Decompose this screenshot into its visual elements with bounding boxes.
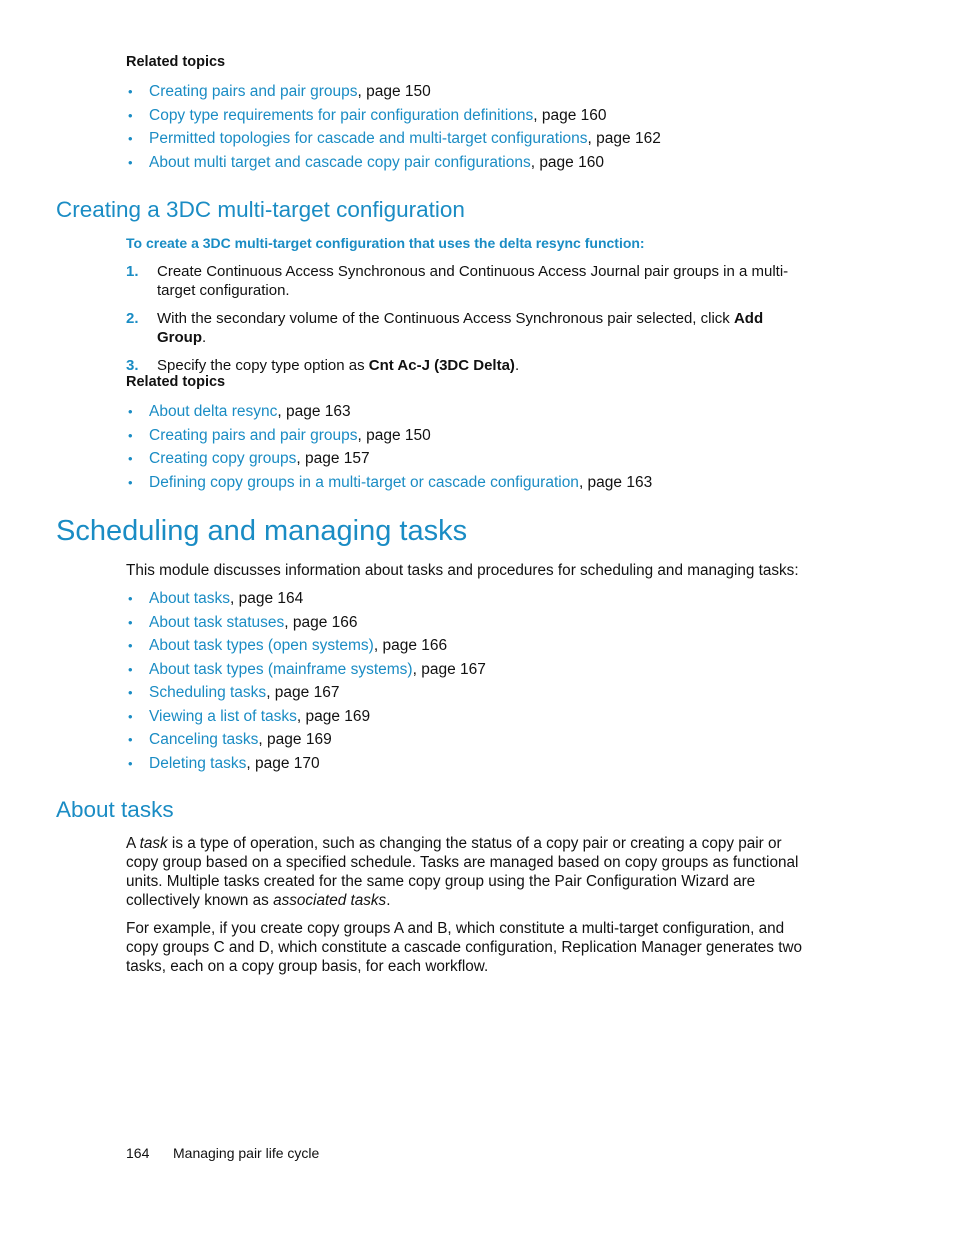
list-item: • Copy type requirements for pair configu… — [126, 104, 661, 128]
list-item: • About task types (mainframe systems), p… — [126, 658, 486, 682]
bullet-icon: • — [128, 451, 133, 466]
page-ref: , page 150 — [357, 426, 431, 444]
bullet-icon: • — [128, 474, 133, 490]
text-run: A — [126, 835, 140, 852]
list-item: • Creating copy groups, page 157 — [126, 447, 652, 471]
bullet-icon: • — [128, 427, 133, 443]
page-ref: , page 166 — [284, 613, 358, 631]
list-item: • Deleting tasks, page 170 — [126, 752, 486, 776]
topic-link[interactable]: Defining copy groups in a multi-target o… — [149, 474, 579, 491]
page-ref: , page 162 — [587, 130, 661, 147]
page-ref: , page 163 — [277, 403, 351, 420]
page-ref: , page 157 — [296, 450, 370, 467]
term-task: task — [139, 835, 168, 852]
topic-link[interactable]: About tasks — [149, 590, 230, 607]
list-item: • Canceling tasks, page 169 — [126, 728, 486, 752]
topic-link[interactable]: Creating pairs and pair groups — [149, 427, 358, 444]
topic-link[interactable]: About task types (mainframe systems) — [149, 661, 413, 678]
page-ref: , page 160 — [533, 106, 607, 124]
related-topics-heading: Related topics — [126, 54, 226, 70]
page-ref: , page 160 — [530, 153, 604, 171]
list-item: • About task statuses, page 166 — [126, 611, 486, 635]
text-run: is a type of operation, such as changing… — [126, 835, 799, 909]
step-item: 2. With the secondary volume of the Conti… — [126, 309, 816, 347]
section-heading-about-tasks: About tasks — [56, 797, 174, 822]
procedure-steps: 1. Create Continuous Access Synchronous a… — [126, 262, 816, 375]
list-item: • About multi target and cascade copy pai… — [126, 151, 661, 175]
bullet-icon: • — [128, 638, 133, 653]
bullet-icon: • — [128, 107, 133, 123]
step-item: 3. Specify the copy type option as Cnt Ac… — [126, 356, 816, 375]
list-item: • About tasks, page 164 — [126, 587, 486, 611]
bullet-icon: • — [128, 131, 133, 146]
topic-link[interactable]: Creating copy groups — [149, 450, 296, 467]
topic-link[interactable]: About delta resync — [149, 403, 277, 420]
page-number: 164 — [126, 1145, 150, 1161]
page-ref: , page 169 — [296, 707, 371, 725]
page-ref: , page 163 — [578, 473, 653, 491]
list-item: • Scheduling tasks, page 167 — [126, 681, 486, 705]
topic-link[interactable]: Canceling tasks — [149, 731, 258, 748]
about-tasks-paragraph-1: A task is a type of operation, such as c… — [126, 834, 816, 910]
topic-link[interactable]: Permitted topologies for cascade and mul… — [149, 130, 588, 147]
list-item: • About task types (open systems), page 1… — [126, 634, 486, 658]
related-topics-heading: Related topics — [126, 374, 226, 390]
bullet-icon: • — [128, 591, 133, 606]
step-text: Create Continuous Access Synchronous and… — [157, 263, 789, 299]
page-ref: , page 150 — [357, 83, 431, 100]
page-ref: , page 169 — [258, 731, 332, 748]
text-run: . — [386, 892, 391, 909]
intro-paragraph: This module discusses information about … — [126, 562, 799, 579]
section-heading-3dc: Creating a 3DC multi-target configuratio… — [56, 197, 465, 222]
bullet-icon: • — [128, 404, 133, 419]
step-number: 1. — [126, 263, 139, 280]
bullet-icon: • — [128, 84, 133, 99]
page-ref: , page 166 — [373, 637, 448, 654]
bullet-icon: • — [128, 661, 133, 677]
page-ref: , page 167 — [412, 660, 486, 678]
bullet-icon: • — [128, 708, 133, 724]
step-item: 1. Create Continuous Access Synchronous a… — [126, 262, 816, 300]
list-item: • Permitted topologies for cascade and mu… — [126, 127, 661, 151]
module-topics-list: • About tasks, page 164 • About task statu… — [126, 587, 486, 775]
bullet-icon: • — [128, 755, 133, 771]
page-ref: , page 164 — [230, 590, 304, 607]
related-topics-list: • Creating pairs and pair groups, page 15… — [126, 80, 661, 174]
footer-chapter-title: Managing pair life cycle — [173, 1145, 320, 1161]
bullet-icon: • — [128, 154, 133, 170]
list-item: • Viewing a list of tasks, page 169 — [126, 705, 486, 729]
bullet-icon: • — [128, 732, 133, 747]
step-text: With the secondary volume of the Continu… — [157, 310, 734, 327]
topic-link[interactable]: Creating pairs and pair groups — [149, 83, 358, 100]
bullet-icon: • — [128, 614, 133, 630]
topic-link[interactable]: About multi target and cascade copy pair… — [149, 154, 531, 171]
bullet-icon: • — [128, 685, 133, 700]
page-ref: , page 167 — [266, 684, 340, 701]
step-text-end: . — [202, 329, 207, 346]
topic-link[interactable]: Copy type requirements for pair configur… — [149, 107, 533, 124]
topic-link[interactable]: Deleting tasks — [149, 755, 246, 772]
list-item: • Creating pairs and pair groups, page 15… — [126, 80, 661, 104]
step-text: Specify the copy type option as — [157, 357, 369, 374]
list-item: • Creating pairs and pair groups, page 15… — [126, 424, 652, 448]
page-ref: , page 170 — [246, 754, 320, 772]
term-associated-tasks: associated tasks — [273, 892, 387, 909]
chapter-heading-scheduling: Scheduling and managing tasks — [56, 515, 468, 547]
related-topics-list: • About delta resync, page 163 • Creating … — [126, 400, 652, 494]
step-number: 3. — [126, 357, 139, 374]
topic-link[interactable]: About task types (open systems) — [149, 637, 374, 654]
topic-link[interactable]: Viewing a list of tasks — [149, 708, 297, 725]
procedure-title: To create a 3DC multi-target configurati… — [126, 235, 645, 251]
about-tasks-paragraph-2: For example, if you create copy groups A… — [126, 920, 802, 975]
list-item: • About delta resync, page 163 — [126, 400, 652, 424]
ui-label-copy-type: Cnt Ac-J (3DC Delta) — [368, 357, 515, 374]
topic-link[interactable]: About task statuses — [149, 614, 284, 631]
step-text-end: . — [514, 357, 520, 374]
topic-link[interactable]: Scheduling tasks — [149, 684, 266, 701]
list-item: • Defining copy groups in a multi-target … — [126, 471, 652, 495]
step-number: 2. — [126, 310, 139, 327]
